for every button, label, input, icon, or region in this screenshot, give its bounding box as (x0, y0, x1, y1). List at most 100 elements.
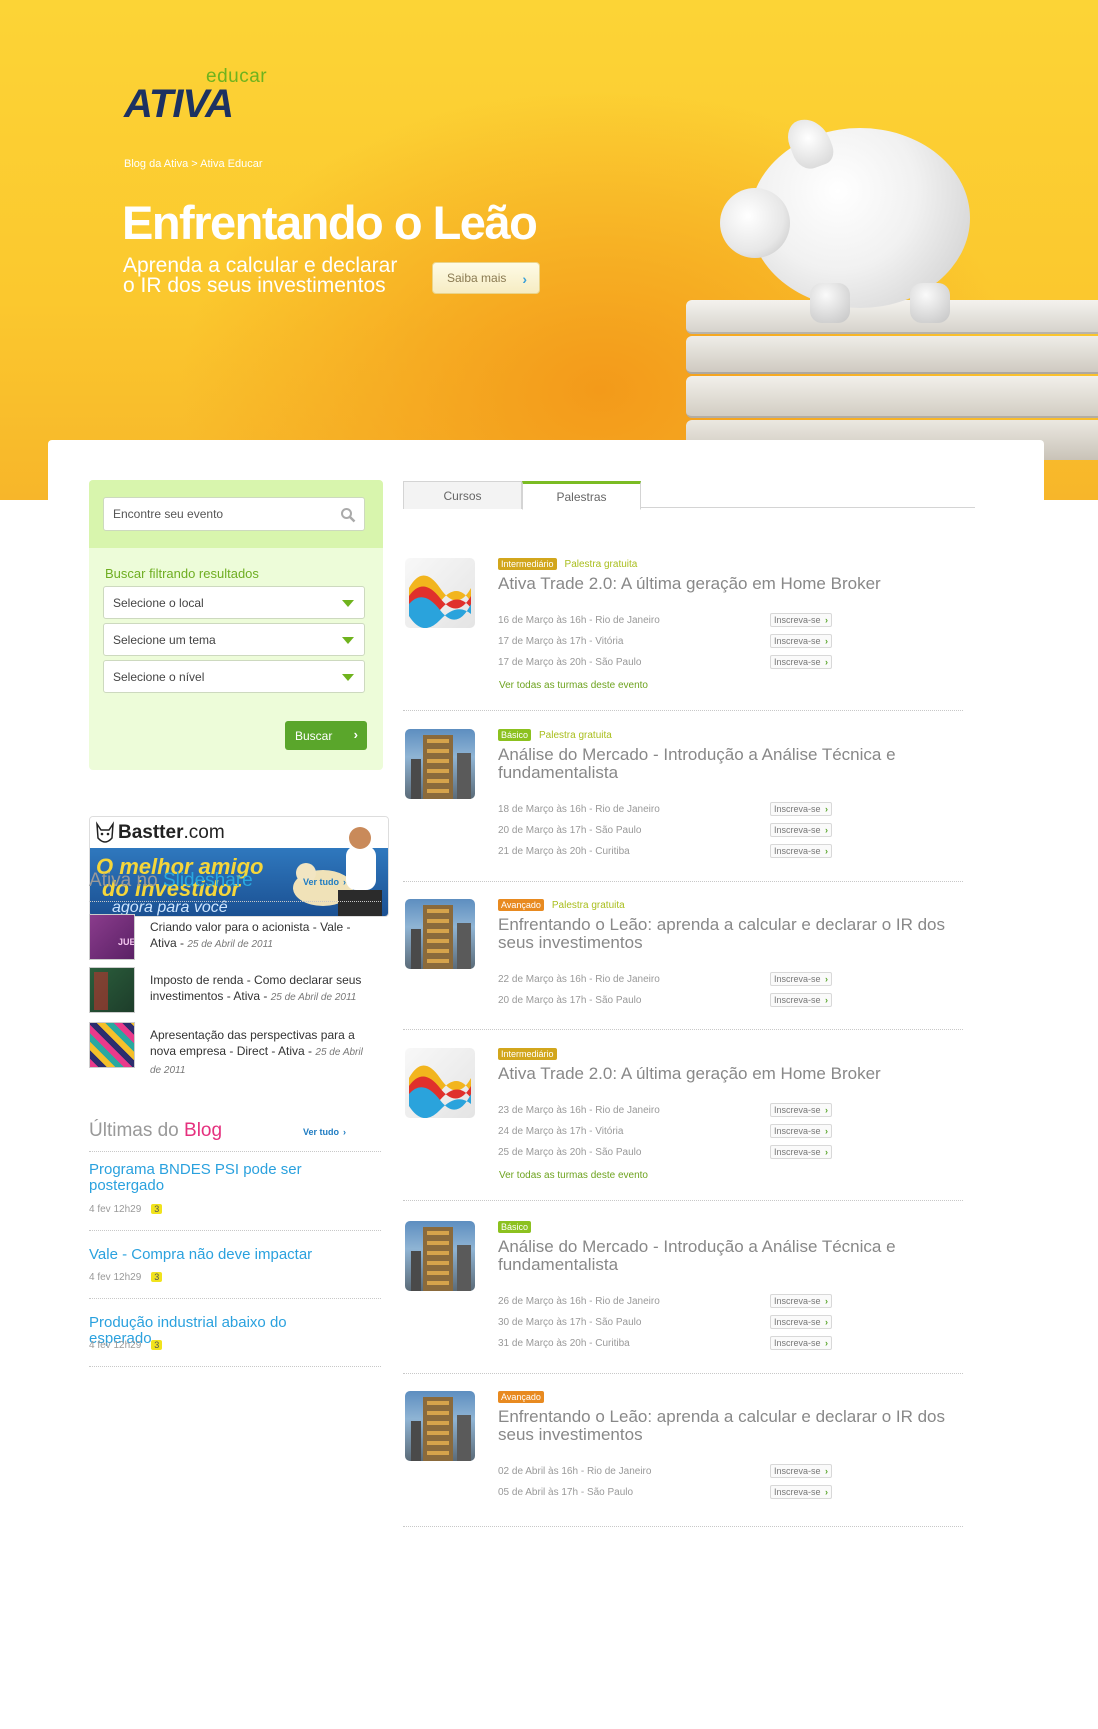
event-date-row: 22 de Março às 16h - Rio de Janeiro Insc… (498, 972, 832, 986)
chevron-down-icon (342, 637, 354, 644)
event-title[interactable]: Análise do Mercado - Introdução a Anális… (498, 746, 968, 782)
divider (403, 1526, 963, 1527)
inscreva-se-button[interactable]: Inscreva-se › (770, 1485, 832, 1499)
inscreva-se-button[interactable]: Inscreva-se › (770, 1464, 832, 1478)
inscreva-se-label: Inscreva-se (774, 825, 821, 835)
chevron-right-icon: › (825, 1466, 828, 1476)
man-and-dog-photo (293, 827, 382, 916)
chevron-right-icon: › (825, 1338, 828, 1348)
inscreva-se-button[interactable]: Inscreva-se › (770, 844, 832, 858)
blog-post-title[interactable]: Vale - Compra não deve impactar (89, 1247, 339, 1263)
event-date-row: 25 de Março às 20h - São Paulo Inscreva-… (498, 1145, 832, 1159)
event-date: 30 de Março às 17h - São Paulo (498, 1317, 642, 1328)
free-label: Palestra gratuita (551, 900, 625, 911)
blog-post-title[interactable]: Programa BNDES PSI pode ser postergado (89, 1162, 339, 1194)
inscreva-se-label: Inscreva-se (774, 846, 821, 856)
event-tabs: Cursos Palestras (403, 481, 975, 510)
slideshare-ver-tudo-link[interactable]: Ver tudo › (303, 877, 346, 887)
inscreva-se-button[interactable]: Inscreva-se › (770, 1294, 832, 1308)
inscreva-se-label: Inscreva-se (774, 1147, 821, 1157)
chevron-right-icon: › (825, 995, 828, 1005)
inscreva-se-button[interactable]: Inscreva-se › (770, 613, 832, 627)
buscar-button[interactable]: Buscar › (285, 721, 367, 750)
slideshare-item[interactable]: Apresentação das perspectivas para a nov… (89, 1022, 389, 1076)
blog-ver-tudo-link[interactable]: Ver tudo › (303, 1127, 346, 1137)
slideshare-item[interactable]: JUE Criando valor para o acionista - Val… (89, 914, 389, 962)
blog-post-time: 4 fev 12h29 (89, 1272, 142, 1283)
bastter-domain: .com (183, 822, 225, 843)
event-title[interactable]: Enfrentando o Leão: aprenda a calcular e… (498, 916, 968, 952)
level-badge: Básico (498, 1221, 532, 1233)
divider (89, 1230, 381, 1231)
event-title[interactable]: Análise do Mercado - Introdução a Anális… (498, 1238, 968, 1274)
event-tags: Intermediário (498, 1048, 557, 1060)
inscreva-se-label: Inscreva-se (774, 1105, 821, 1115)
event-tags: Básico Palestra gratuita (498, 729, 612, 741)
inscreva-se-button[interactable]: Inscreva-se › (770, 823, 832, 837)
saiba-mais-label: Saiba mais (447, 271, 507, 285)
saiba-mais-button[interactable]: Saiba mais › (432, 262, 540, 294)
comment-count-badge[interactable]: 3 (151, 1340, 163, 1350)
inscreva-se-button[interactable]: Inscreva-se › (770, 972, 832, 986)
event-date: 23 de Março às 16h - Rio de Janeiro (498, 1105, 660, 1116)
event-date: 25 de Março às 20h - São Paulo (498, 1147, 642, 1158)
inscreva-se-button[interactable]: Inscreva-se › (770, 1336, 832, 1350)
tab-cursos[interactable]: Cursos (403, 481, 522, 509)
event-card: Básico Palestra gratuita Análise do Merca… (403, 729, 975, 899)
comment-count-badge[interactable]: 3 (151, 1272, 163, 1282)
search-placeholder: Encontre seu evento (113, 507, 224, 521)
building-photo (411, 1397, 471, 1461)
event-date: 17 de Março às 17h - Vitória (498, 636, 624, 647)
buscar-label: Buscar (295, 728, 333, 743)
event-title[interactable]: Ativa Trade 2.0: A última geração em Hom… (498, 575, 968, 593)
event-thumbnail[interactable] (405, 1391, 475, 1461)
select-tema-label: Selecione um tema (113, 632, 216, 647)
event-thumbnail[interactable] (405, 1221, 475, 1291)
level-badge: Avançado (498, 1391, 544, 1403)
inscreva-se-button[interactable]: Inscreva-se › (770, 1315, 832, 1329)
event-date-row: 26 de Março às 16h - Rio de Janeiro Insc… (498, 1294, 832, 1308)
inscreva-se-label: Inscreva-se (774, 1317, 821, 1327)
event-thumbnail[interactable] (405, 729, 475, 799)
hero-subtitle: Aprenda a calcular e declarar o IR dos s… (123, 255, 423, 296)
event-date-row: 31 de Março às 20h - Curitiba Inscreva-s… (498, 1336, 832, 1350)
inscreva-se-button[interactable]: Inscreva-se › (770, 655, 832, 669)
event-tags: Intermediário Palestra gratuita (498, 558, 637, 570)
event-date-row: 17 de Março às 17h - Vitória Inscreva-se… (498, 634, 832, 648)
inscreva-se-button[interactable]: Inscreva-se › (770, 993, 832, 1007)
search-icon[interactable] (340, 507, 356, 523)
select-nivel[interactable]: Selecione o nível (103, 660, 365, 693)
select-local[interactable]: Selecione o local (103, 586, 365, 619)
chevron-right-icon: › (825, 615, 828, 625)
event-date-row: 17 de Março às 20h - São Paulo Inscreva-… (498, 655, 832, 669)
event-thumbnail[interactable] (405, 899, 475, 969)
blog-post-time: 4 fev 12h29 (89, 1340, 142, 1351)
search-input[interactable]: Encontre seu evento (103, 497, 365, 531)
ver-todas-turmas-link[interactable]: Ver todas as turmas deste evento (499, 680, 648, 691)
inscreva-se-label: Inscreva-se (774, 636, 821, 646)
blog-post-meta: 4 fev 12h29 3 (89, 1204, 163, 1215)
inscreva-se-button[interactable]: Inscreva-se › (770, 1124, 832, 1138)
ver-todas-turmas-link[interactable]: Ver todas as turmas deste evento (499, 1170, 648, 1181)
inscreva-se-label: Inscreva-se (774, 1466, 821, 1476)
inscreva-se-button[interactable]: Inscreva-se › (770, 802, 832, 816)
select-tema[interactable]: Selecione um tema (103, 623, 365, 656)
event-title[interactable]: Ativa Trade 2.0: A última geração em Hom… (498, 1065, 968, 1083)
event-thumbnail[interactable] (405, 1048, 475, 1118)
tab-palestras[interactable]: Palestras (522, 481, 641, 510)
event-thumbnail[interactable] (405, 558, 475, 628)
inscreva-se-button[interactable]: Inscreva-se › (770, 1145, 832, 1159)
level-badge: Avançado (498, 899, 544, 911)
inscreva-se-button[interactable]: Inscreva-se › (770, 634, 832, 648)
breadcrumb[interactable]: Blog da Ativa > Ativa Educar (124, 158, 263, 170)
blog-heading-b: Blog (184, 1120, 223, 1141)
slideshare-item[interactable]: Imposto de renda - Como declarar seus in… (89, 967, 389, 1015)
comment-count-badge[interactable]: 3 (151, 1204, 163, 1214)
ver-tudo-label: Ver tudo (303, 1127, 340, 1137)
chevron-right-icon: › (825, 846, 828, 856)
ativa-educar-logo[interactable]: educar ATIVA (124, 66, 294, 128)
event-title[interactable]: Enfrentando o Leão: aprenda a calcular e… (498, 1408, 968, 1444)
divider (403, 881, 963, 882)
inscreva-se-label: Inscreva-se (774, 1126, 821, 1136)
inscreva-se-button[interactable]: Inscreva-se › (770, 1103, 832, 1117)
